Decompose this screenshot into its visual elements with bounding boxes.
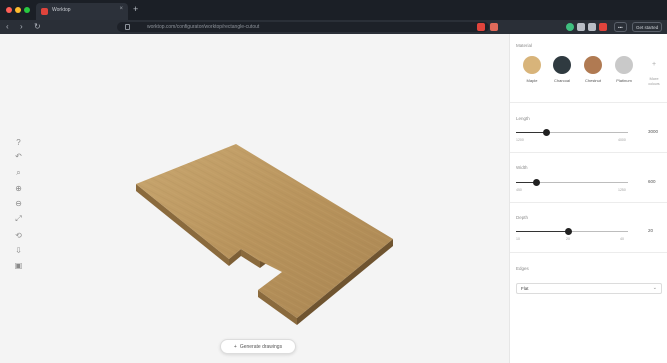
material-section-label: Material [516,43,533,48]
material-swatch-platinum[interactable] [615,56,633,74]
browser-tab[interactable]: Worktop × [36,3,128,20]
tab-close-icon[interactable]: × [119,6,123,12]
material-label: Maple [526,78,538,83]
more-colours-icon[interactable]: + [645,56,663,74]
favicon-icon [41,8,48,15]
url-text: worktop.com/configurator/worktop/rectang… [147,24,260,30]
material-swatch-maple[interactable] [523,56,541,74]
extension-icon[interactable] [566,23,574,31]
divider [510,152,667,153]
divider [510,202,667,203]
new-tab-button[interactable]: + [133,4,138,14]
depth-label: Depth [516,215,529,220]
width-min: 450 [516,188,522,192]
depth-slider-thumb[interactable] [565,228,573,235]
length-max: 4000 [618,138,626,142]
get-started-button[interactable]: Get started [632,22,663,32]
width-slider-thumb[interactable] [532,179,540,186]
edges-select[interactable]: Flat ⌄ [516,283,662,294]
length-value: 3000 [648,129,659,134]
width-max: 1250 [618,188,626,192]
back-icon[interactable]: ‹ [6,22,9,32]
material-label: Chestnut [584,78,601,83]
length-label: Length [516,116,530,121]
worktop-model[interactable] [0,34,509,363]
forward-icon[interactable]: › [20,22,23,32]
edges-selected-value: Flat [521,286,529,291]
address-bar[interactable]: worktop.com/configurator/worktop/rectang… [117,22,489,32]
extension-icon[interactable] [588,23,596,31]
length-min: 1200 [516,138,524,142]
config-panel: Material + Maple Charcoal Chestnut Plati… [509,34,667,363]
width-label: Width [516,165,528,170]
generate-drawings-button[interactable]: + Generate drawings [220,339,296,354]
minimize-window-dot[interactable] [15,7,21,13]
depth-slider-fill [516,231,569,232]
lock-icon [125,24,130,30]
maximize-window-dot[interactable] [24,7,30,13]
menu-button[interactable]: ••• [614,22,627,32]
chevron-down-icon: ⌄ [652,285,657,291]
divider [510,102,667,103]
depth-value: 20 [648,228,654,233]
length-slider-thumb[interactable] [542,129,550,136]
divider [510,252,667,253]
reload-icon[interactable]: ↻ [34,22,41,32]
width-slider[interactable] [516,179,628,186]
close-window-dot[interactable] [6,7,12,13]
extension-icon[interactable] [490,23,498,31]
length-slider[interactable] [516,129,628,136]
depth-min: 10 [516,237,520,241]
extension-icon[interactable] [599,23,607,31]
3d-viewport[interactable]: ? ↶ ⌕ ⊕ ⊖ ⤢ ⟲ ⇩ ▣ + Generate drawings [0,34,509,363]
material-label: Charcoal [553,78,570,83]
depth-mid: 20 [566,237,570,241]
wood-grain [136,144,393,318]
depth-slider[interactable] [516,228,628,235]
length-slider-fill [516,132,547,133]
tab-title: Worktop [52,7,71,13]
extension-icon[interactable] [477,23,485,31]
material-swatch-charcoal[interactable] [553,56,571,74]
width-value: 600 [648,179,656,184]
browser-toolbar: ‹ › ↻ worktop.com/configurator/worktop/r… [0,20,667,34]
browser-tab-bar: Worktop × + [0,0,667,20]
material-sub-label: colours [648,82,660,86]
material-swatch-chestnut[interactable] [584,56,602,74]
edges-label: Edges [516,266,529,271]
material-label: More [649,76,659,81]
depth-max: 40 [620,237,624,241]
generate-drawings-label: Generate drawings [239,343,283,350]
plus-icon: + [233,343,237,350]
material-label: Platinum [616,78,632,83]
extension-icon[interactable] [577,23,585,31]
